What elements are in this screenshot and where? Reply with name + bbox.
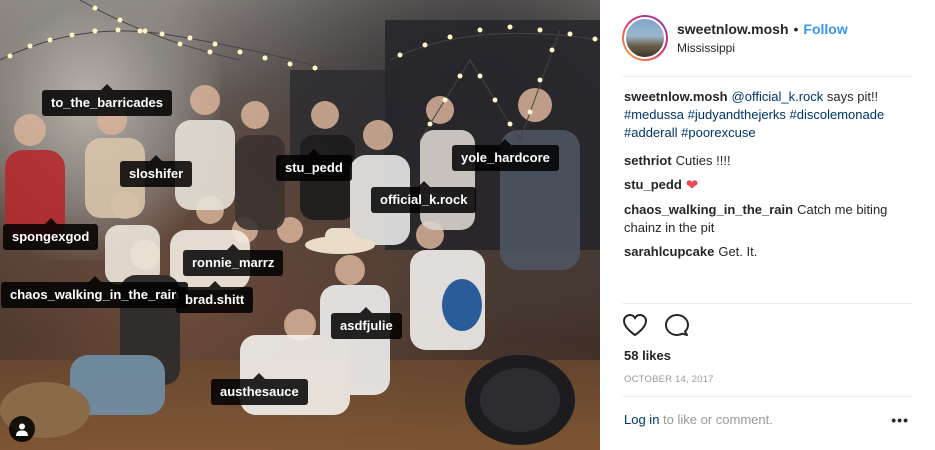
user-tags-toggle-button[interactable]	[9, 416, 35, 442]
comment-bubble-icon[interactable]	[664, 313, 690, 337]
follow-button[interactable]: Follow	[803, 21, 847, 37]
user-tag-ronnie-marrz[interactable]: ronnie_marrz	[183, 244, 284, 276]
likes-count[interactable]: 58 likes	[624, 348, 671, 363]
user-tag-yole-hardcore[interactable]: yole_hardcore	[452, 139, 559, 171]
avatar[interactable]	[622, 15, 668, 61]
comment-username[interactable]: sethriot	[624, 153, 672, 168]
header-username[interactable]: sweetnlow.mosh	[677, 21, 789, 37]
actions-divider	[622, 303, 913, 304]
caption: sweetnlow.mosh @official_k.rock says pit!…	[624, 88, 916, 142]
person-icon	[16, 423, 28, 436]
caption-username[interactable]: sweetnlow.mosh	[624, 89, 728, 104]
login-prompt-text: to like or comment.	[659, 412, 773, 427]
comment-text: Get. It.	[718, 244, 758, 259]
login-prompt: Log in to like or comment.	[624, 412, 773, 427]
user-tag-to-the-barricades[interactable]: to_the_barricades	[42, 84, 172, 116]
comment-item: sethriot Cuties !!!!	[624, 152, 916, 170]
comment-item: sarahlcupcake Get. It.	[624, 243, 916, 261]
login-link[interactable]: Log in	[624, 412, 659, 427]
hashtag-link[interactable]: #judyandthejerks	[688, 107, 786, 122]
comment-item: stu_pedd ❤	[624, 176, 916, 195]
comment-username[interactable]: chaos_walking_in_the_rain	[624, 202, 793, 217]
user-tag-asdfjulie[interactable]: asdfjulie	[331, 307, 402, 339]
instagram-post: to_the_barricades sloshifer stu_pedd yol…	[0, 0, 935, 450]
post-photo[interactable]: to_the_barricades sloshifer stu_pedd yol…	[0, 0, 600, 450]
comments-list: sweetnlow.mosh @official_k.rock says pit!…	[624, 88, 916, 267]
more-options-button[interactable]: •••	[891, 412, 909, 428]
heart-outline-icon[interactable]	[622, 313, 648, 337]
user-tag-austhesauce[interactable]: austhesauce	[211, 373, 308, 405]
post-header: sweetnlow.mosh • Follow Mississippi	[600, 0, 935, 76]
hashtag-link[interactable]: #poorexcuse	[681, 125, 755, 140]
header-info: sweetnlow.mosh • Follow Mississippi	[677, 21, 848, 55]
post-details-panel: sweetnlow.mosh • Follow Mississippi swee…	[600, 0, 935, 450]
caption-mention[interactable]: @official_k.rock	[732, 89, 824, 104]
comment-username[interactable]: sarahlcupcake	[624, 244, 714, 259]
header-divider	[622, 76, 913, 77]
comment-item: chaos_walking_in_the_rain Catch me biting…	[624, 201, 916, 237]
comment-username[interactable]: stu_pedd	[624, 177, 682, 192]
header-row: sweetnlow.mosh • Follow	[677, 21, 848, 37]
user-tag-chaos-walking-in-the-rain[interactable]: chaos_walking_in_the_rain	[1, 276, 189, 308]
login-divider	[622, 396, 913, 397]
hashtag-link[interactable]: #discolemonade	[790, 107, 885, 122]
user-tag-official-k-rock[interactable]: official_k.rock	[371, 181, 477, 213]
location-link[interactable]: Mississippi	[677, 41, 848, 55]
comment-text: Cuties !!!!	[675, 153, 731, 168]
user-tag-sloshifer[interactable]: sloshifer	[120, 155, 193, 187]
hashtag-link[interactable]: #medussa	[624, 107, 684, 122]
header-separator: •	[793, 21, 799, 37]
caption-text: says pit!!	[823, 89, 879, 104]
user-tag-brad-shitt[interactable]: brad.shitt	[176, 281, 254, 313]
post-date[interactable]: OCTOBER 14, 2017	[624, 374, 714, 385]
avatar-image	[624, 17, 666, 59]
heart-emoji: ❤	[685, 177, 699, 194]
user-tag-stu-pedd[interactable]: stu_pedd	[276, 149, 352, 181]
user-tag-spongexgod[interactable]: spongexgod	[3, 218, 99, 250]
hashtag-link[interactable]: #adderall	[624, 125, 678, 140]
action-bar	[622, 313, 690, 337]
